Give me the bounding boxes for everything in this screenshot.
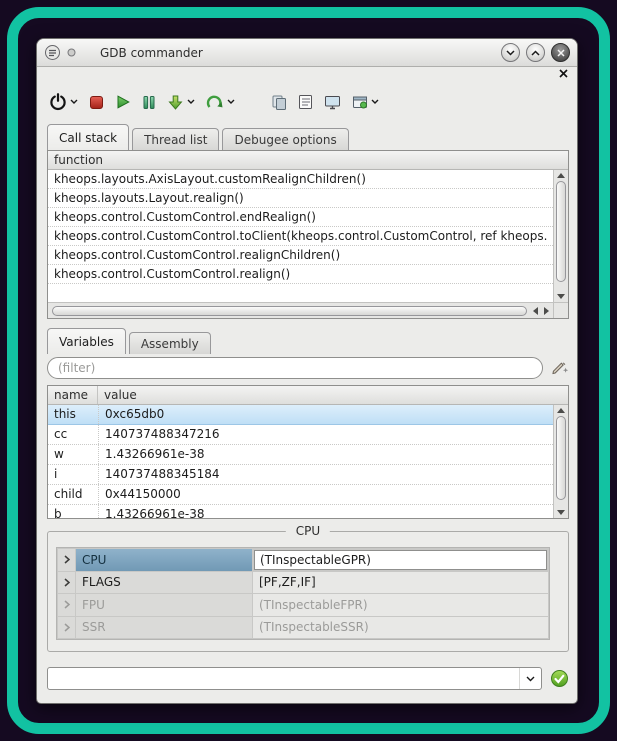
call-stack-row[interactable]: kheops.control.CustomControl.endRealign(… — [48, 208, 553, 227]
call-stack-row[interactable]: kheops.layouts.AxisLayout.customRealignC… — [48, 170, 553, 189]
stop-button[interactable] — [89, 95, 104, 110]
source-list-icon — [298, 94, 313, 110]
scroll-up-icon[interactable] — [557, 173, 565, 178]
cpu-inspector-row[interactable]: FLAGS [PF,ZF,IF] — [58, 572, 548, 594]
power-icon — [49, 93, 67, 111]
cpu-inspector: CPU (TInspectableGPR) FLAGS [PF,ZF,IF] F… — [56, 547, 550, 640]
scrollbar-thumb[interactable] — [556, 181, 566, 282]
chevron-down-icon — [506, 50, 515, 56]
dropdown-chevron-icon — [187, 99, 195, 105]
watch-window-button[interactable] — [352, 95, 379, 110]
scroll-right-icon[interactable] — [544, 307, 549, 315]
vertical-scrollbar[interactable] — [553, 405, 568, 518]
debug-tabs: Call stack Thread list Debugee options — [47, 124, 352, 150]
command-row — [47, 667, 569, 690]
cpu-groupbox: CPU CPU (TInspectableGPR) FLAGS [PF,ZF,I… — [47, 531, 569, 652]
scrollbar-thumb[interactable] — [556, 416, 566, 500]
run-icon — [115, 94, 131, 110]
cpu-inspector-row[interactable]: FPU (TInspectableFPR) — [58, 594, 548, 616]
power-button[interactable] — [49, 93, 78, 111]
inspect-tabs: Variables Assembly — [47, 328, 214, 354]
variables-row[interactable]: w 1.43266961e-38 — [48, 445, 553, 465]
cpu-inspector-row[interactable]: CPU (TInspectableGPR) — [58, 549, 548, 571]
column-header-name[interactable]: name — [48, 386, 98, 404]
step-over-button[interactable] — [206, 94, 235, 110]
panel-close-icon[interactable] — [559, 69, 568, 78]
pause-icon — [142, 95, 156, 110]
column-header-function: function — [48, 153, 103, 167]
close-icon — [557, 49, 565, 57]
expand-arrow-icon[interactable] — [58, 549, 75, 571]
scroll-down-icon[interactable] — [557, 294, 565, 299]
tab-debugee-options[interactable]: Debugee options — [222, 128, 348, 150]
monitor-button[interactable] — [324, 95, 341, 110]
chevron-up-icon — [531, 50, 540, 56]
vertical-scrollbar[interactable] — [553, 170, 568, 302]
shade-button[interactable] — [501, 43, 520, 62]
expand-arrow-icon[interactable] — [58, 617, 75, 639]
cpu-group-title: CPU — [286, 524, 330, 538]
call-stack-row[interactable]: kheops.control.CustomControl.toClient(kh… — [48, 227, 553, 246]
dropdown-chevron-icon — [70, 99, 78, 105]
variables-row[interactable]: cc 140737488347216 — [48, 425, 553, 445]
titlebar[interactable]: GDB commander — [37, 39, 577, 67]
variables-header: name value — [48, 386, 568, 405]
gdb-command-combobox[interactable] — [47, 667, 542, 690]
gdb-commander-window: GDB commander — [36, 38, 578, 704]
variables-panel: name value this 0xc65db0 cc 140737488347… — [47, 385, 569, 519]
tab-assembly[interactable]: Assembly — [129, 332, 211, 354]
client-area: Call stack Thread list Debugee options f… — [37, 67, 577, 704]
scrollbar-thumb[interactable] — [52, 306, 527, 316]
call-stack-row[interactable]: kheops.control.CustomControl.realign() — [48, 265, 553, 284]
tab-call-stack[interactable]: Call stack — [47, 124, 129, 150]
close-button[interactable] — [551, 43, 570, 62]
variables-row[interactable]: i 140737488345184 — [48, 465, 553, 485]
horizontal-scrollbar[interactable] — [48, 302, 553, 318]
scrollbar-corner — [553, 302, 568, 318]
expand-arrow-icon[interactable] — [58, 594, 75, 616]
call-stack-header: function — [48, 151, 568, 170]
step-into-button[interactable] — [167, 94, 195, 111]
ok-icon[interactable] — [550, 669, 569, 688]
pause-button[interactable] — [142, 95, 156, 110]
maximize-button[interactable] — [526, 43, 545, 62]
copy-call-stack-button[interactable] — [271, 94, 287, 110]
variables-row[interactable]: child 0x44150000 — [48, 485, 553, 505]
pin-icon[interactable] — [67, 48, 76, 57]
dropdown-chevron-icon — [371, 99, 379, 105]
filter-row — [47, 357, 569, 379]
watch-window-icon — [352, 95, 368, 110]
dropdown-chevron-icon — [227, 99, 235, 105]
tab-variables[interactable]: Variables — [47, 328, 126, 354]
step-into-icon — [167, 94, 184, 111]
column-header-value[interactable]: value — [98, 388, 568, 402]
clear-filter-icon[interactable] — [550, 360, 569, 376]
window-title: GDB commander — [100, 46, 203, 60]
debug-toolbar — [49, 87, 379, 117]
filter-input[interactable] — [47, 357, 543, 379]
combo-dropdown-icon[interactable] — [519, 668, 541, 689]
gdb-command-input[interactable] — [48, 668, 519, 689]
run-button[interactable] — [115, 94, 131, 110]
titlebar-buttons — [501, 43, 570, 62]
source-list-button[interactable] — [298, 94, 313, 110]
variables-rows: this 0xc65db0 cc 140737488347216 w 1.432… — [48, 405, 553, 518]
variables-row[interactable]: this 0xc65db0 — [48, 405, 553, 425]
stop-icon — [89, 95, 104, 110]
variables-row[interactable]: b 1.43266961e-38 — [48, 505, 553, 518]
tab-thread-list[interactable]: Thread list — [132, 128, 219, 150]
copy-icon — [271, 94, 287, 110]
scroll-left-icon[interactable] — [533, 307, 538, 315]
call-stack-panel: function kheops.layouts.AxisLayout.custo… — [47, 150, 569, 319]
call-stack-rows: kheops.layouts.AxisLayout.customRealignC… — [48, 170, 553, 302]
cpu-inspector-row[interactable]: SSR (TInspectableSSR) — [58, 617, 548, 639]
expand-arrow-icon[interactable] — [58, 572, 75, 594]
step-over-icon — [206, 94, 224, 110]
app-icon[interactable] — [44, 44, 61, 61]
monitor-icon — [324, 95, 341, 110]
scroll-down-icon[interactable] — [557, 510, 565, 515]
call-stack-row[interactable]: kheops.layouts.Layout.realign() — [48, 189, 553, 208]
call-stack-row[interactable]: kheops.control.CustomControl.realignChil… — [48, 246, 553, 265]
scroll-up-icon[interactable] — [557, 408, 565, 413]
